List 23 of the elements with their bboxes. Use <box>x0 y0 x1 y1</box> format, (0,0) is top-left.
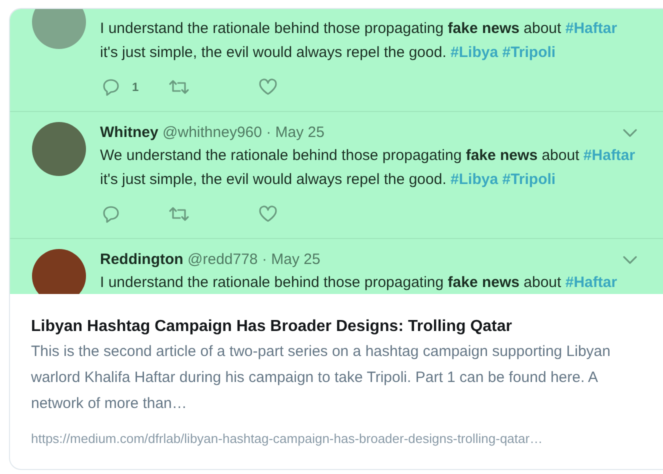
user-name: Whitney <box>100 122 158 143</box>
retweet-icon[interactable] <box>168 206 190 222</box>
user-handle-date: @whithney960 · May 25 <box>162 122 324 143</box>
user-name: Reddington <box>100 250 184 270</box>
chevron-down-icon[interactable] <box>623 129 637 137</box>
avatar <box>32 249 86 294</box>
reply-count: 1 <box>132 79 140 96</box>
article-url: https://medium.com/dfrlab/libyan-hashtag-campaign-has-broader-designs-trolling-qatar… <box>31 430 544 448</box>
article-description: This is the second article of a two-part series on a hashtag campaign supporting Libyan warlord Khalifa Haftar during his campaign to take Tripoli. Part 1 can be found here. A network of more than… <box>31 342 612 414</box>
link-preview-card[interactable] <box>9 8 663 470</box>
reply-icon[interactable] <box>102 205 120 223</box>
avatar <box>32 9 86 49</box>
tweet-text: I understand the rationale behind those propagating fake news about #Haftar <box>100 273 618 293</box>
reply-icon[interactable] <box>102 78 120 96</box>
heart-icon[interactable] <box>258 78 278 96</box>
tweet-text: I understand the rationale behind those propagating fake news about #Haftar it's just simple, the evil would always repel the good. #Libya #Tripoli <box>100 19 618 63</box>
article-title: Libyan Hashtag Campaign Has Broader Designs: Trolling Qatar <box>31 317 513 337</box>
tweet-text: We understand the rationale behind those propagating fake news about #Haftar it's just simple, the evil would always repel the good. #Libya #Tripoli <box>100 146 636 190</box>
avatar <box>32 122 86 176</box>
chevron-down-icon[interactable] <box>623 256 637 264</box>
retweet-icon[interactable] <box>168 79 190 95</box>
user-handle-date: @redd778 · May 25 <box>188 250 320 270</box>
heart-icon[interactable] <box>258 205 278 223</box>
